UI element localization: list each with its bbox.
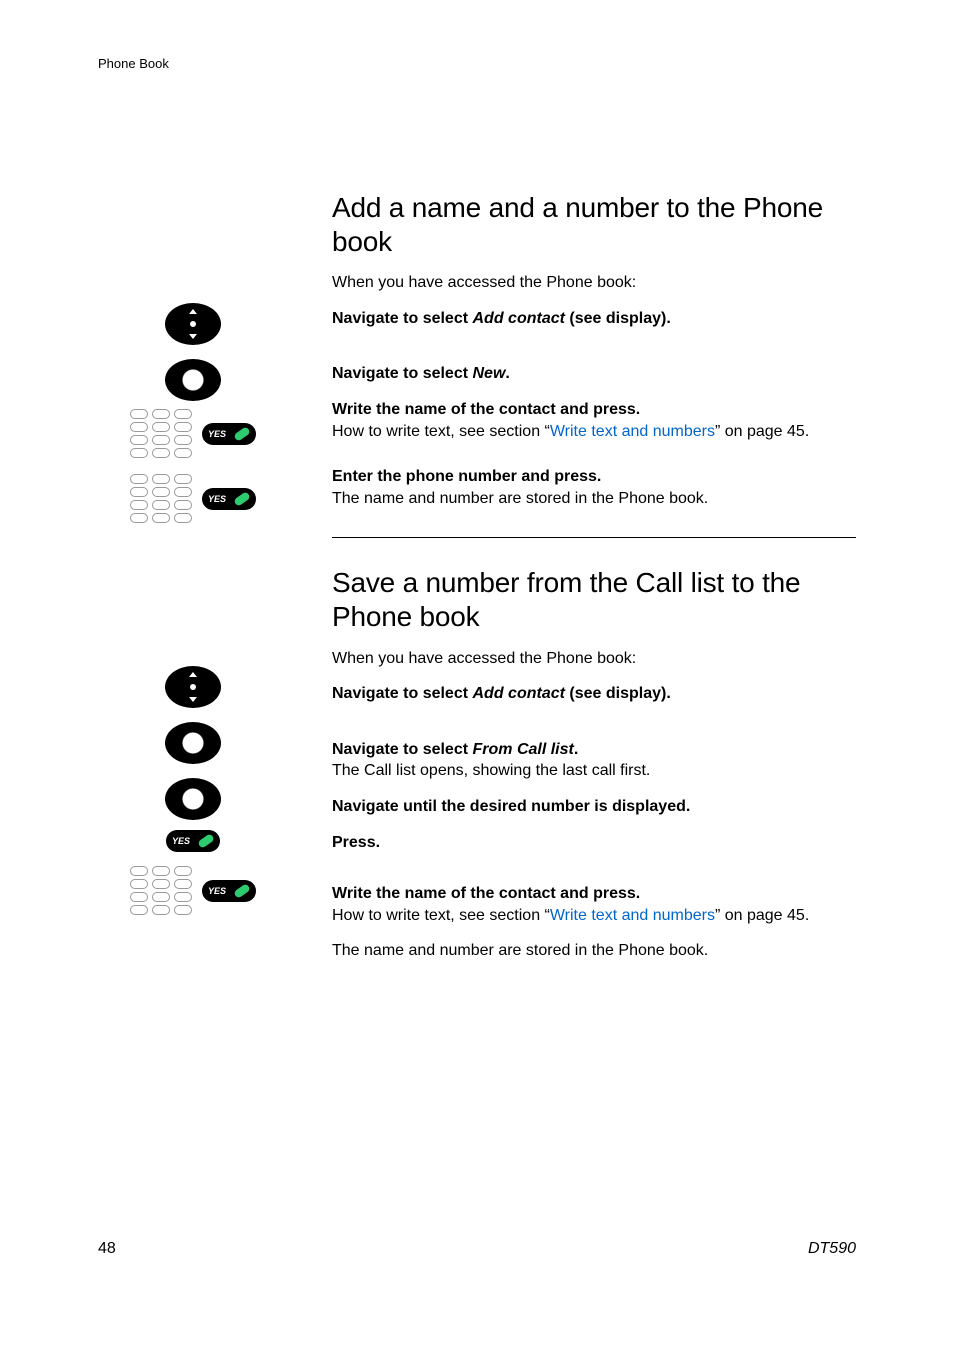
keypad-icon: [130, 474, 192, 523]
step-lead: Navigate to select Add contact (see disp…: [332, 685, 671, 702]
step: Enter the phone number and press. The na…: [332, 466, 856, 509]
yes-key-icon: YES: [166, 830, 220, 852]
t: ” on page 45.: [715, 907, 809, 924]
nav-key-icon: [165, 666, 221, 708]
t: .: [505, 365, 509, 382]
nav-key-icon: [165, 722, 221, 764]
text-column: Add a name and a number to the Phone boo…: [332, 191, 856, 566]
keypad-plus-yes-icon: YES: [98, 866, 288, 915]
yes-key-label: YES: [172, 836, 190, 846]
step-lead: Write the name of the contact and press.: [332, 885, 640, 902]
icon-stack-2: YES: [98, 662, 288, 852]
step: Navigate to select Add contact (see disp…: [332, 683, 856, 705]
yes-key-icon: YES: [202, 488, 256, 510]
step-lead: Write the name of the contact and press.: [332, 401, 640, 418]
step: Navigate to select Add contact (see disp…: [332, 308, 856, 330]
yes-key-label: YES: [208, 494, 226, 504]
link-write-text-numbers[interactable]: Write text and numbers: [550, 907, 715, 924]
nav-key-icon: [165, 303, 221, 345]
step-lead: Navigate to select New.: [332, 365, 510, 382]
section-add-name-number: YES YES Add a name and a number to the P…: [98, 191, 856, 566]
section-intro: When you have accessed the Phone book:: [332, 648, 856, 670]
nav-key-icon: [165, 359, 221, 401]
t: From Call list: [473, 741, 574, 758]
section-heading: Save a number from the Call list to the …: [332, 566, 856, 633]
icon-column: YES YES: [98, 566, 332, 976]
step: Write the name of the contact and press.…: [332, 399, 856, 442]
icon-column: YES YES: [98, 191, 332, 566]
t: How to write text, see section “: [332, 907, 550, 924]
t: Navigate to select: [332, 741, 473, 758]
yes-key-label: YES: [208, 886, 226, 896]
step-lead: Navigate until the desired number is dis…: [332, 798, 690, 815]
step-body: How to write text, see section “Write te…: [332, 423, 809, 440]
t: Add contact: [473, 310, 565, 327]
text-column: Save a number from the Call list to the …: [332, 566, 856, 976]
keypad-icon: [130, 409, 192, 458]
step: Press.: [332, 832, 856, 854]
closing-note: The name and number are stored in the Ph…: [332, 940, 856, 962]
t: How to write text, see section “: [332, 423, 550, 440]
model-name: DT590: [808, 1240, 856, 1258]
step-body: The Call list opens, showing the last ca…: [332, 762, 650, 779]
step-lead: Navigate to select From Call list.: [332, 741, 578, 758]
step: Navigate to select New.: [332, 363, 856, 385]
yes-key-icon: YES: [202, 423, 256, 445]
t: Add contact: [473, 685, 565, 702]
t: (see display).: [565, 310, 671, 327]
section-save-from-call-list: YES YES Save a number from the Call list…: [98, 566, 856, 976]
t: .: [574, 741, 578, 758]
keypad-icon: [130, 866, 192, 915]
yes-key-label: YES: [208, 429, 226, 439]
t: New: [473, 365, 506, 382]
step-lead: Press.: [332, 834, 380, 851]
section-intro: When you have accessed the Phone book:: [332, 272, 856, 294]
section-divider: [332, 537, 856, 538]
t: Navigate to select: [332, 365, 473, 382]
step: Navigate to select From Call list. The C…: [332, 739, 856, 782]
nav-key-icon: [165, 778, 221, 820]
page-footer: 48 DT590: [98, 1240, 856, 1258]
icon-stack-1: [98, 299, 288, 405]
section-heading: Add a name and a number to the Phone boo…: [332, 191, 856, 258]
t: ” on page 45.: [715, 423, 809, 440]
step-body: The name and number are stored in the Ph…: [332, 490, 708, 507]
step-lead: Enter the phone number and press.: [332, 468, 601, 485]
keypad-plus-yes-icon: YES: [98, 474, 288, 523]
page-number: 48: [98, 1240, 116, 1258]
t: Navigate to select: [332, 685, 473, 702]
step-lead: Navigate to select Add contact (see disp…: [332, 310, 671, 327]
step-body: How to write text, see section “Write te…: [332, 907, 809, 924]
step: Write the name of the contact and press.…: [332, 883, 856, 926]
link-write-text-numbers[interactable]: Write text and numbers: [550, 423, 715, 440]
keypad-plus-yes-icon: YES: [98, 409, 288, 458]
yes-key-icon: YES: [202, 880, 256, 902]
t: (see display).: [565, 685, 671, 702]
step: Navigate until the desired number is dis…: [332, 796, 856, 818]
t: Navigate to select: [332, 310, 473, 327]
running-header: Phone Book: [98, 56, 856, 71]
